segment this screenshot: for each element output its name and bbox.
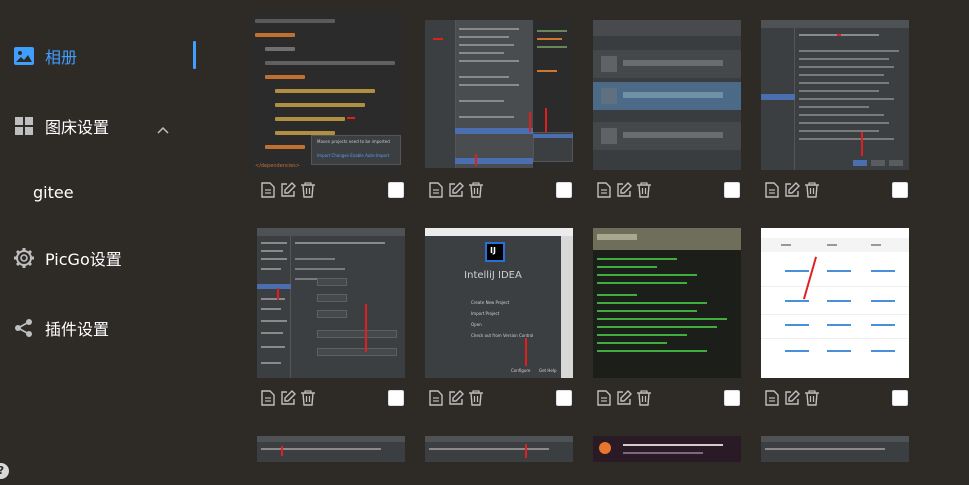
image-thumbnail[interactable]	[761, 228, 909, 378]
trash-icon[interactable]	[803, 181, 821, 199]
chevron-up-icon[interactable]	[157, 119, 169, 138]
image-thumbnail[interactable]	[593, 436, 741, 462]
document-icon[interactable]	[427, 389, 445, 407]
card-actions	[763, 389, 821, 409]
document-icon[interactable]	[763, 181, 781, 199]
edit-icon[interactable]	[615, 389, 633, 407]
select-checkbox[interactable]	[556, 182, 572, 198]
card-actions	[595, 389, 653, 409]
sidebar-item-label: 插件设置	[45, 320, 110, 339]
help-icon[interactable]: ?	[0, 463, 9, 479]
card-actions	[427, 389, 485, 409]
select-checkbox[interactable]	[724, 182, 740, 198]
select-checkbox[interactable]	[724, 390, 740, 406]
edit-icon[interactable]	[279, 389, 297, 407]
sidebar-item-label: 相册	[45, 48, 78, 67]
share-icon	[13, 317, 35, 339]
document-icon[interactable]	[427, 181, 445, 199]
image-thumbnail[interactable]: Maven projects need to be imported Impor…	[251, 13, 402, 173]
sidebar-item-label: gitee	[33, 182, 74, 202]
document-icon[interactable]	[763, 389, 781, 407]
card-actions	[259, 181, 317, 201]
image-thumbnail[interactable]	[425, 20, 573, 168]
sidebar-item-picgo-settings[interactable]: PicGo设置	[0, 238, 215, 278]
image-thumbnail[interactable]	[257, 228, 405, 378]
document-icon[interactable]	[595, 389, 613, 407]
image-icon	[13, 45, 35, 67]
image-thumbnail[interactable]	[761, 436, 909, 462]
document-icon[interactable]	[259, 181, 277, 199]
select-checkbox[interactable]	[892, 390, 908, 406]
sidebar-item-gitee[interactable]: gitee	[0, 172, 215, 212]
trash-icon[interactable]	[803, 389, 821, 407]
edit-icon[interactable]	[447, 181, 465, 199]
sidebar-item-label: PicGo设置	[45, 250, 122, 269]
sidebar-item-gallery[interactable]: 相册	[0, 36, 215, 76]
select-checkbox[interactable]	[892, 182, 908, 198]
trash-icon[interactable]	[467, 181, 485, 199]
select-checkbox[interactable]	[556, 390, 572, 406]
card-actions	[763, 181, 821, 201]
card-actions	[427, 181, 485, 201]
trash-icon[interactable]	[467, 389, 485, 407]
image-thumbnail[interactable]	[425, 436, 573, 462]
select-checkbox[interactable]	[388, 390, 404, 406]
trash-icon[interactable]	[299, 181, 317, 199]
edit-icon[interactable]	[783, 181, 801, 199]
active-indicator	[193, 41, 196, 69]
image-thumbnail[interactable]	[257, 436, 405, 462]
grid-icon	[13, 115, 35, 137]
edit-icon[interactable]	[447, 389, 465, 407]
image-thumbnail[interactable]	[593, 228, 741, 378]
gear-icon	[13, 247, 35, 269]
image-thumbnail[interactable]	[593, 20, 741, 170]
edit-icon[interactable]	[615, 181, 633, 199]
sidebar-item-plugin-settings[interactable]: 插件设置	[0, 308, 215, 348]
sidebar-item-picbed-settings[interactable]: 图床设置	[0, 106, 215, 146]
document-icon[interactable]	[595, 181, 613, 199]
sidebar: 相册 图床设置 gitee PicGo设置 插件设置	[0, 0, 215, 485]
card-actions	[259, 389, 317, 409]
document-icon[interactable]	[259, 389, 277, 407]
trash-icon[interactable]	[299, 389, 317, 407]
edit-icon[interactable]	[279, 181, 297, 199]
trash-icon[interactable]	[635, 181, 653, 199]
card-actions	[595, 181, 653, 201]
select-checkbox[interactable]	[388, 182, 404, 198]
trash-icon[interactable]	[635, 389, 653, 407]
image-thumbnail[interactable]	[761, 20, 909, 170]
thumb-app-title: IntelliJ IDEA	[464, 270, 522, 281]
image-thumbnail[interactable]: IJ IntelliJ IDEA Create New Project Impo…	[425, 228, 573, 378]
sidebar-item-label: 图床设置	[45, 118, 110, 137]
edit-icon[interactable]	[783, 389, 801, 407]
